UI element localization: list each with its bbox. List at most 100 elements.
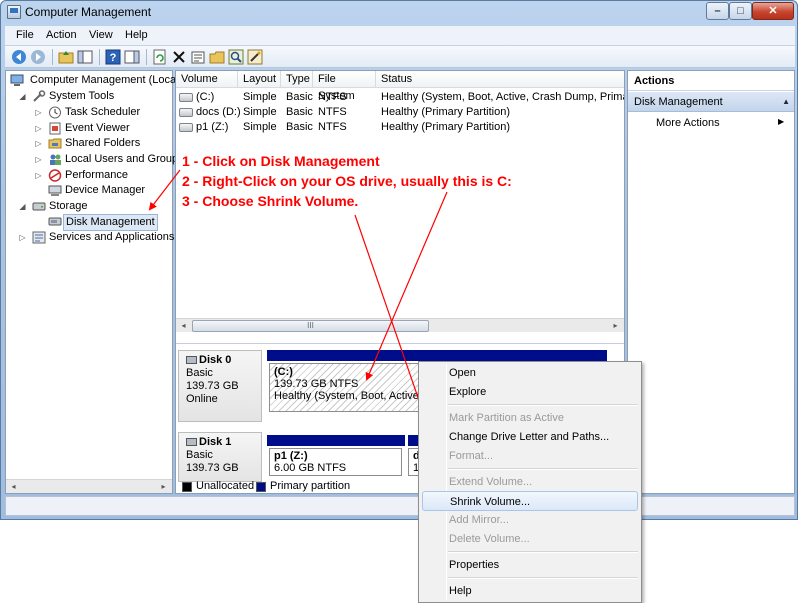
expand-arrow-icon[interactable]: ▷ xyxy=(34,108,43,117)
tree-label-shared-folders: Shared Folders xyxy=(65,137,141,149)
menu-help[interactable]: Help xyxy=(120,29,153,41)
disk-management-icon xyxy=(48,215,62,228)
tree-label-local-users: Local Users and Groups xyxy=(65,153,184,165)
scroll-thumb[interactable]: III xyxy=(192,320,429,332)
scroll-left-arrow-icon[interactable]: ◂ xyxy=(177,320,190,332)
maximize-button[interactable]: □ xyxy=(729,2,752,20)
properties-icon[interactable] xyxy=(190,49,206,65)
minimize-button[interactable]: – xyxy=(706,2,729,20)
close-button[interactable]: ✕ xyxy=(752,2,794,20)
column-layout[interactable]: Layout xyxy=(238,71,281,88)
cell-type: Basic xyxy=(286,121,313,133)
scroll-left-arrow-icon[interactable]: ◂ xyxy=(7,481,20,493)
volume-drive-icon xyxy=(179,93,193,102)
menu-item-add-mirror[interactable]: Add Mirror... xyxy=(422,510,638,530)
svg-text:?: ? xyxy=(110,52,117,64)
volume-drive-icon xyxy=(179,108,193,117)
disk-0-info[interactable]: Disk 0 Basic 139.73 GB Online xyxy=(178,350,262,422)
menu-item-delete-volume[interactable]: Delete Volume... xyxy=(422,529,638,549)
disk-type: Basic xyxy=(186,449,213,461)
tree-label-disk-management: Disk Management xyxy=(63,214,158,231)
column-status[interactable]: Status xyxy=(376,71,624,88)
up-folder-icon[interactable] xyxy=(58,49,74,65)
search-icon[interactable] xyxy=(228,49,244,65)
services-icon xyxy=(32,231,46,244)
menu-item-help[interactable]: Help xyxy=(422,581,638,601)
more-actions-link[interactable]: More Actions xyxy=(656,117,720,129)
menu-item-format[interactable]: Format... xyxy=(422,446,638,466)
expand-arrow-icon[interactable]: ▷ xyxy=(18,233,27,242)
properties-pane-icon[interactable] xyxy=(124,49,140,65)
event-viewer-icon xyxy=(48,122,62,135)
menu-item-mark-active[interactable]: Mark Partition as Active xyxy=(422,408,638,428)
storage-icon xyxy=(32,200,46,213)
cell-status: Healthy (Primary Partition) xyxy=(381,106,510,118)
collapse-triangle-icon[interactable]: ▲ xyxy=(782,98,790,106)
cell-volume: p1 (Z:) xyxy=(196,121,229,133)
open-icon[interactable] xyxy=(209,49,225,65)
partition-z[interactable]: p1 (Z:) 6.00 GB NTFS xyxy=(269,448,402,476)
column-volume[interactable]: Volume xyxy=(176,71,238,88)
partition-label: p1 (Z:) xyxy=(274,450,308,462)
cell-layout: Simple xyxy=(243,91,277,103)
back-arrow-icon[interactable] xyxy=(11,49,27,65)
expand-arrow-icon[interactable]: ▷ xyxy=(34,155,43,164)
collapse-arrow-icon[interactable]: ◢ xyxy=(18,202,27,211)
column-file-system[interactable]: File System xyxy=(313,71,376,102)
column-type[interactable]: Type xyxy=(281,71,313,88)
table-row[interactable]: docs (D:) Simple Basic NTFS Healthy (Pri… xyxy=(176,105,624,120)
legend-unallocated-label: Unallocated xyxy=(196,480,255,492)
collapse-arrow-icon[interactable]: ◢ xyxy=(18,92,27,101)
disk-icon xyxy=(186,438,197,447)
expand-arrow-icon[interactable]: ▷ xyxy=(34,124,43,133)
menu-view[interactable]: View xyxy=(84,29,118,41)
magic-wand-icon[interactable] xyxy=(247,49,263,65)
menu-bar: File Action View Help xyxy=(5,26,795,46)
cell-layout: Simple xyxy=(243,121,277,133)
app-icon xyxy=(7,5,21,19)
performance-icon xyxy=(48,169,62,182)
menu-item-explore[interactable]: Explore xyxy=(422,382,638,402)
table-row[interactable]: (C:) Simple Basic NTFS Healthy (System, … xyxy=(176,90,624,105)
annotation-step-2: 2 - Right-Click on your OS drive, usuall… xyxy=(182,173,512,189)
disk-1-info[interactable]: Disk 1 Basic 139.73 GB xyxy=(178,432,262,482)
show-hide-tree-icon[interactable] xyxy=(77,49,93,65)
volume-drive-icon xyxy=(179,123,193,132)
menu-action[interactable]: Action xyxy=(41,29,82,41)
scroll-right-arrow-icon[interactable]: ▸ xyxy=(609,320,622,332)
expand-arrow-icon[interactable]: ▷ xyxy=(34,139,43,148)
cell-volume: docs (D:) xyxy=(196,106,241,118)
status-bar xyxy=(5,496,795,516)
menu-item-open[interactable]: Open xyxy=(422,363,638,383)
help-icon[interactable]: ? xyxy=(105,49,121,65)
disk-1-partition-bar xyxy=(267,435,405,446)
cell-file-system: NTFS xyxy=(318,91,347,103)
expand-arrow-icon[interactable]: ▷ xyxy=(34,171,43,180)
tree-label-task-scheduler: Task Scheduler xyxy=(65,106,141,118)
scroll-right-arrow-icon[interactable]: ▸ xyxy=(157,481,170,493)
cell-status: Healthy (System, Boot, Active, Crash Dum… xyxy=(381,91,624,103)
volume-list-scrollbar[interactable]: ◂ III ▸ xyxy=(176,318,624,332)
refresh-icon[interactable] xyxy=(152,49,168,65)
cell-status: Healthy (Primary Partition) xyxy=(381,121,510,133)
users-icon xyxy=(48,153,62,166)
forward-arrow-icon[interactable] xyxy=(30,49,46,65)
disk-size: 139.73 GB xyxy=(186,462,239,474)
actions-section-disk-management[interactable]: Disk Management ▲ xyxy=(628,92,794,112)
annotation-step-3: 3 - Choose Shrink Volume. xyxy=(182,193,359,209)
menu-item-properties[interactable]: Properties xyxy=(422,555,638,575)
tree-label-device-manager: Device Manager xyxy=(65,184,146,196)
tree-label-performance: Performance xyxy=(65,169,128,181)
cell-file-system: NTFS xyxy=(318,106,347,118)
menu-item-extend-volume[interactable]: Extend Volume... xyxy=(422,472,638,492)
delete-icon[interactable] xyxy=(171,49,187,65)
computer-management-window: Computer Management – □ ✕ File Action Vi… xyxy=(0,0,798,520)
menu-file[interactable]: File xyxy=(11,29,39,41)
title-bar[interactable]: Computer Management – □ ✕ xyxy=(1,1,797,25)
menu-item-change-drive-letter[interactable]: Change Drive Letter and Paths... xyxy=(422,427,638,447)
tree-label-event-viewer: Event Viewer xyxy=(65,122,130,134)
tree-scrollbar[interactable]: ◂ ▸ xyxy=(6,479,172,493)
table-row[interactable]: p1 (Z:) Simple Basic NTFS Healthy (Prima… xyxy=(176,120,624,135)
tree-label-system-tools: System Tools xyxy=(49,90,115,102)
menu-item-shrink-volume[interactable]: Shrink Volume... xyxy=(422,491,638,511)
